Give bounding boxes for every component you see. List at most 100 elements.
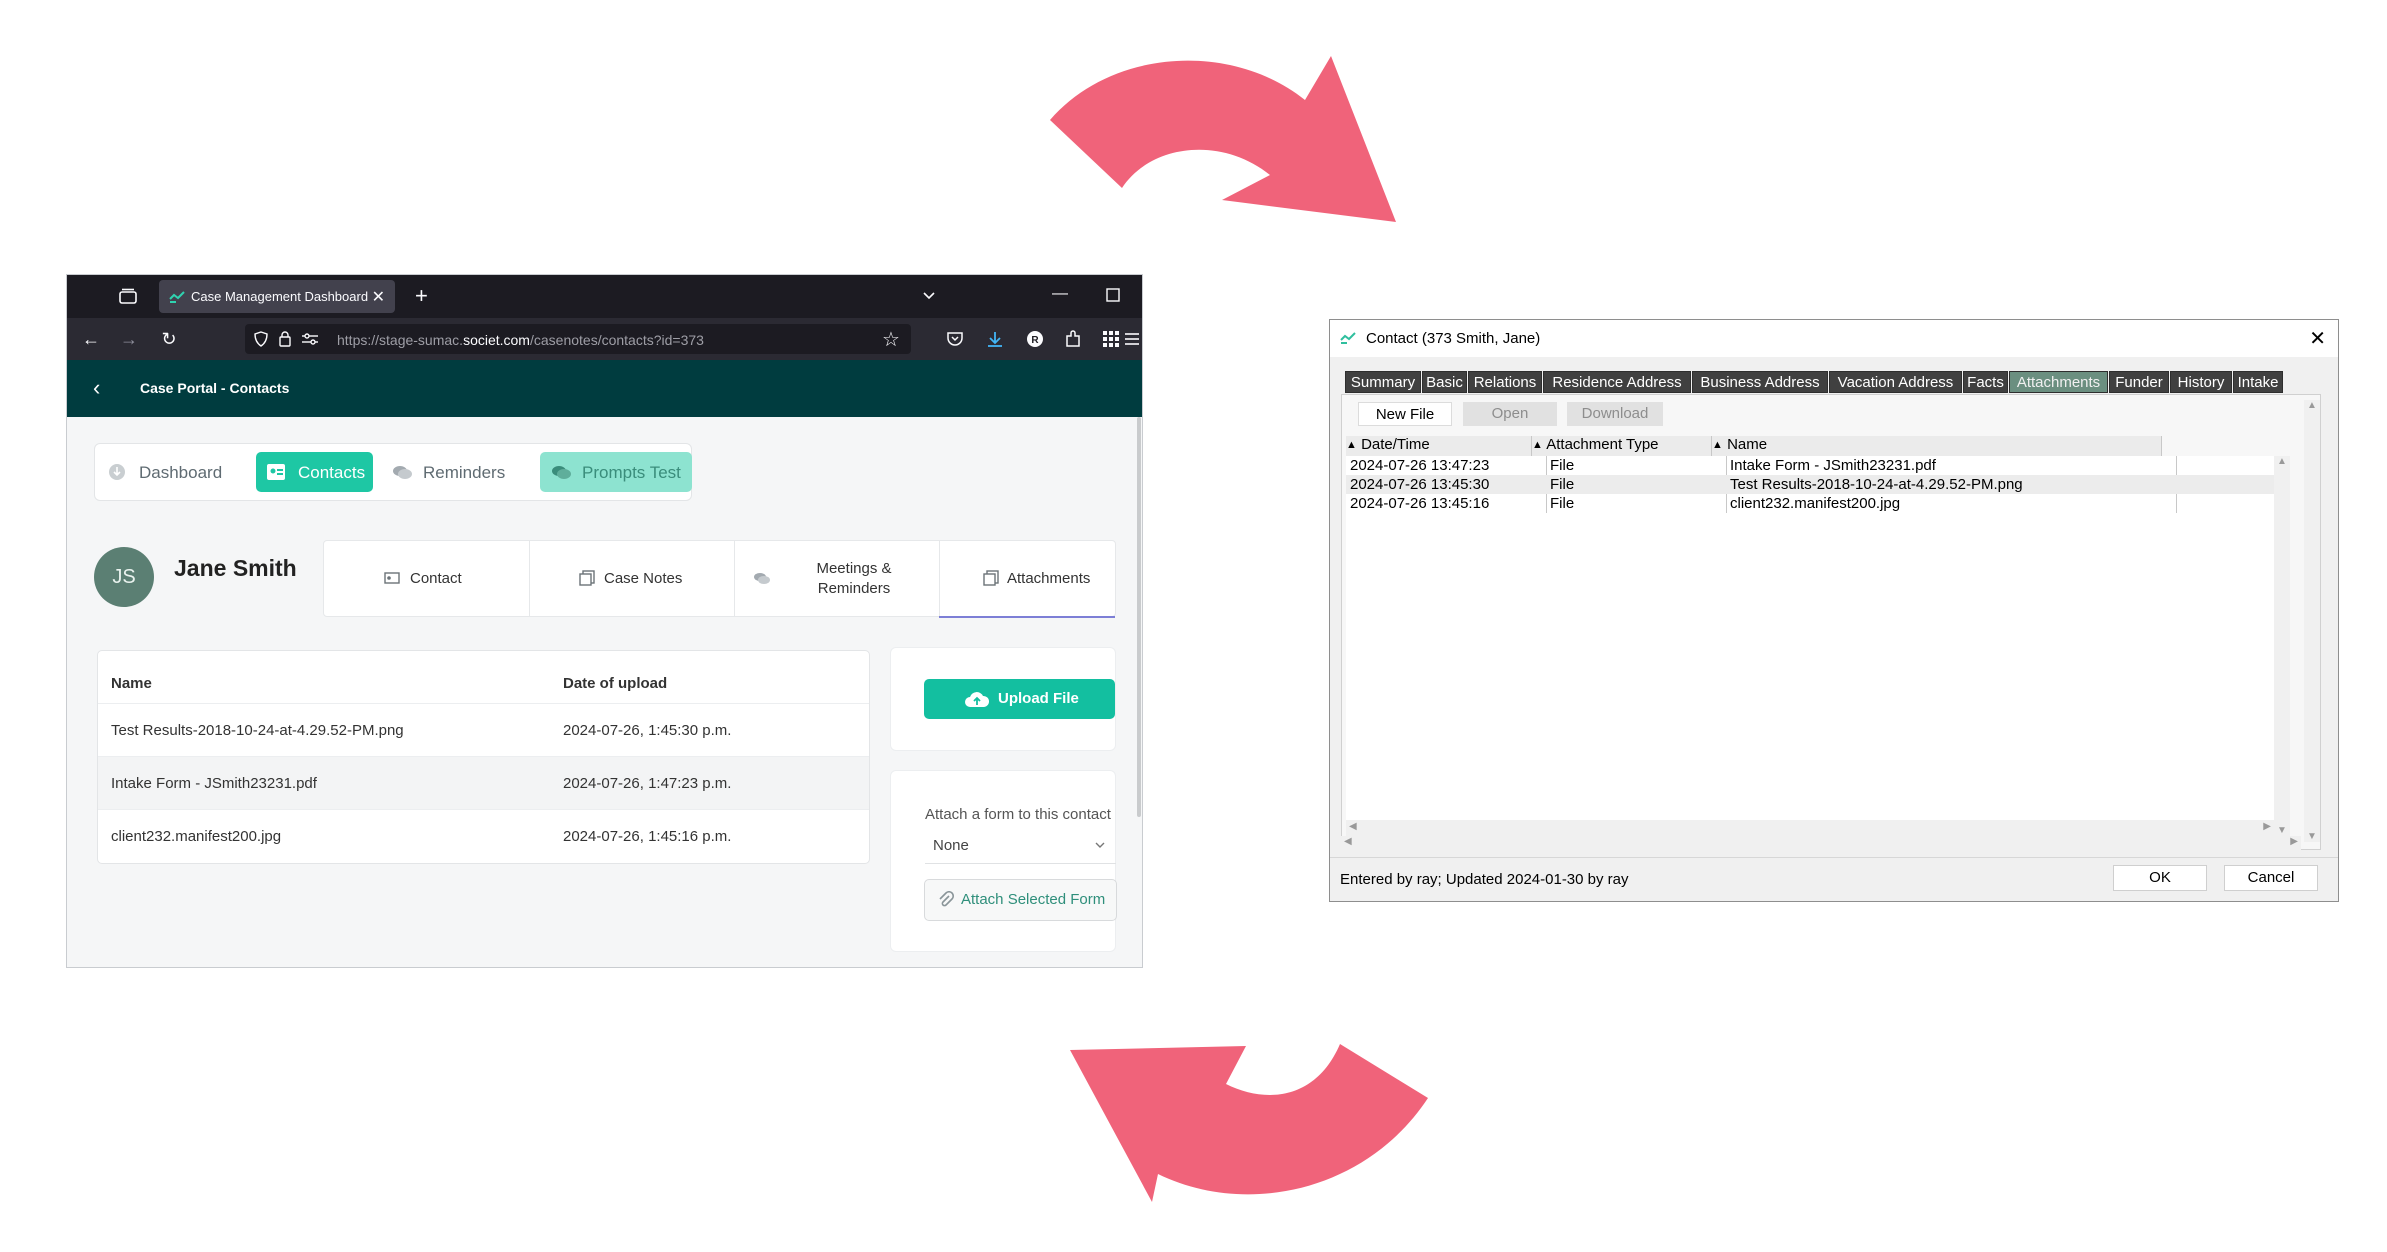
tab-relations[interactable]: Relations [1468, 371, 1542, 393]
tab-funder[interactable]: Funder [2109, 371, 2169, 393]
reminders-icon [550, 463, 571, 481]
chevron-down-icon [1094, 839, 1106, 851]
cell-name: Intake Form - JSmith23231.pdf [1730, 457, 1936, 474]
app-header: ‹ Case Portal - Contacts [67, 360, 1142, 417]
subtab-case-notes[interactable]: Case Notes [529, 541, 735, 616]
grid-horizontal-scrollbar[interactable]: ◀ ▶ [1346, 820, 2274, 836]
scrollbar[interactable] [1137, 417, 1141, 817]
file-name: client232.manifest200.jpg [111, 828, 282, 845]
divider [1330, 857, 2338, 858]
new-file-button[interactable]: New File [1358, 402, 1452, 426]
contact-subtabs: Contact Case Notes Meetings & Reminders A… [323, 540, 1116, 618]
shield-icon[interactable] [253, 331, 269, 347]
subtab-contact[interactable]: Contact [324, 541, 530, 616]
panel-vertical-scrollbar[interactable]: ▲ ▼ [2304, 400, 2320, 842]
sort-caret-icon: ▲ [1346, 439, 1357, 451]
star-icon[interactable]: ☆ [882, 327, 900, 352]
permissions-icon[interactable] [301, 332, 319, 346]
dialog-title-bar: Contact (373 Smith, Jane) ✕ [1330, 320, 2338, 357]
chevron-down-icon[interactable] [921, 287, 937, 303]
open-button[interactable]: Open [1463, 402, 1557, 426]
subtab-label: Meetings & Reminders [816, 560, 892, 597]
table-row[interactable]: 2024-07-26 13:45:16 File client232.manif… [1346, 494, 2274, 513]
forward-icon[interactable]: → [119, 329, 139, 349]
column-header-datetime[interactable]: ▲ Date/Time [1346, 436, 1532, 456]
id-card-icon [384, 570, 400, 586]
back-chevron-icon[interactable]: ‹ [93, 375, 100, 401]
table-row[interactable]: 2024-07-26 13:45:30 File Test Results-20… [1346, 475, 2274, 494]
nav-prompts-test[interactable]: Prompts Test [540, 452, 692, 492]
browser-tab[interactable]: Case Management Dashboard ✕ [159, 280, 395, 313]
subtab-label: Attachments [1007, 570, 1091, 587]
nav-dashboard[interactable]: Dashboard [97, 452, 247, 492]
reload-icon[interactable]: ↻ [159, 329, 179, 349]
cell-datetime: 2024-07-26 13:47:23 [1350, 457, 1490, 474]
ok-button[interactable]: OK [2113, 865, 2207, 891]
paperclip-icon [937, 891, 955, 909]
tab-facts[interactable]: Facts [1963, 371, 2008, 393]
column-header-name[interactable]: ▲ Name [1712, 436, 2162, 456]
cloud-upload-icon [964, 690, 990, 708]
url-bar[interactable]: https://stage-sumac.societ.com/casenotes… [245, 324, 911, 354]
download-button[interactable]: Download [1567, 402, 1663, 426]
cell-type: File [1550, 476, 1575, 493]
nav-bar: ← → ↻ https://stage-sumac.societ.com/cas… [67, 318, 1142, 360]
url-text[interactable]: https://stage-sumac.societ.com/casenotes… [337, 332, 704, 348]
plus-icon[interactable]: + [415, 283, 428, 309]
column-header-type[interactable]: ▲ Attachment Type [1532, 436, 1712, 456]
attach-selected-form-button[interactable]: Attach Selected Form [924, 879, 1117, 921]
table-row[interactable]: Intake Form - JSmith23231.pdf 2024-07-26… [98, 756, 869, 810]
extensions-icon[interactable] [1063, 329, 1083, 349]
pocket-icon[interactable] [945, 329, 965, 349]
cell-datetime: 2024-07-26 13:45:16 [1350, 495, 1490, 512]
tab-summary[interactable]: Summary [1345, 371, 1421, 393]
attach-form-card: Attach a form to this contact None Attac… [890, 770, 1117, 952]
form-select[interactable]: None [925, 829, 1116, 864]
close-icon[interactable]: ✕ [372, 287, 385, 307]
subtab-attachments[interactable]: Attachments [939, 541, 1115, 618]
maximize-icon[interactable] [1106, 288, 1120, 302]
minimize-icon[interactable]: — [1052, 285, 1068, 303]
tab-intake[interactable]: Intake [2233, 371, 2283, 393]
nav-contacts[interactable]: Contacts [256, 452, 373, 492]
panel-horizontal-scrollbar[interactable]: ◀ ▶ [1341, 836, 2301, 850]
nav-reminders[interactable]: Reminders [381, 452, 521, 492]
tab-list-icon[interactable] [118, 288, 138, 304]
profile-icon[interactable]: R [1025, 329, 1045, 349]
lock-icon[interactable] [277, 330, 293, 347]
tab-basic[interactable]: Basic [1422, 371, 1467, 393]
upload-file-button[interactable]: Upload File [924, 679, 1115, 719]
tab-residence-address[interactable]: Residence Address [1543, 371, 1691, 393]
table-row[interactable]: client232.manifest200.jpg 2024-07-26, 1:… [98, 809, 869, 863]
sort-caret-icon: ▲ [1712, 439, 1723, 451]
attach-form-label: Attach a form to this contact [925, 806, 1111, 823]
cell-name: Test Results-2018-10-24-at-4.29.52-PM.pn… [1730, 476, 2023, 493]
reminders-icon [391, 463, 412, 481]
meetings-icon [752, 570, 770, 586]
upload-date: 2024-07-26, 1:47:23 p.m. [563, 775, 732, 792]
close-icon[interactable]: ✕ [2309, 326, 2326, 351]
nav-label: Prompts Test [582, 463, 681, 482]
curved-arrow-icon [1070, 1044, 1428, 1202]
column-header: Name [111, 675, 152, 692]
download-icon[interactable] [985, 329, 1005, 349]
subtab-meetings-reminders[interactable]: Meetings & Reminders [734, 541, 940, 616]
menu-icon[interactable] [1115, 329, 1142, 349]
tab-history[interactable]: History [2170, 371, 2232, 393]
sort-caret-icon: ▲ [1532, 439, 1543, 451]
grid-vertical-scrollbar[interactable]: ▲ ▼ [2274, 456, 2290, 836]
tab-business-address[interactable]: Business Address [1692, 371, 1828, 393]
back-icon[interactable]: ← [81, 329, 101, 349]
page-title: Case Portal - Contacts [140, 380, 290, 396]
table-row[interactable]: Test Results-2018-10-24-at-4.29.52-PM.pn… [98, 703, 869, 757]
avatar: JS [94, 547, 154, 607]
attachments-table: Name Date of upload Test Results-2018-10… [97, 650, 870, 864]
cancel-button[interactable]: Cancel [2224, 865, 2318, 891]
tab-vacation-address[interactable]: Vacation Address [1829, 371, 1962, 393]
tab-attachments[interactable]: Attachments [2009, 371, 2108, 393]
app-logo-icon [169, 290, 185, 304]
cell-datetime: 2024-07-26 13:45:30 [1350, 476, 1490, 493]
browser-window: Case Management Dashboard ✕ + — ✕ ← → ↻ … [66, 274, 1143, 968]
table-row[interactable]: 2024-07-26 13:47:23 File Intake Form - J… [1346, 456, 2274, 475]
cell-type: File [1550, 457, 1575, 474]
